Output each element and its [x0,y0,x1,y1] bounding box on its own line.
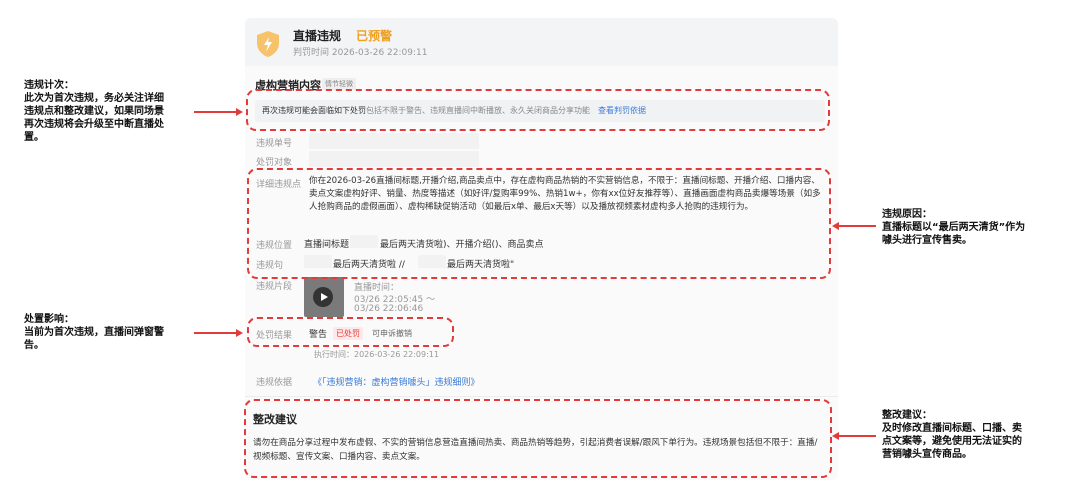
annotation-reason-line: 直播标题以“最后两天清货”作为 [882,222,1026,233]
annotation-impact-title: 处置影响： [24,314,74,325]
annotation-fix: 整改建议： 及时修改直播间标题、口播、卖 点文案等，避免使用无法证实的 营销噱头… [882,409,1022,461]
annotation-fix-line: 点文案等，避免使用无法证实的 [882,436,1022,447]
clip-label: 违规片段 [256,282,293,292]
redacted-penalty-target [309,151,479,167]
arrow-impact-head [236,329,243,337]
shield-lightning-icon [257,31,279,57]
arrow-impact [194,332,238,334]
arrow-fix [838,435,876,437]
arrow-reason [838,225,876,227]
arrow-count [194,111,238,113]
annotation-impact-line: 告。 [24,340,44,351]
annotation-count-line: 违规点和整改建议，如果同场景 [24,106,164,117]
annotation-reason-line: 噱头进行宣传售卖。 [882,235,972,246]
violation-title: 直播违规 [293,29,342,43]
exec-time: 执行时间：2026-03-26 22:09:11 [314,350,439,359]
count-highlight-box [246,89,830,131]
penalty-time: 判罚时间 2026-03-26 22:09:11 [293,48,428,58]
annotation-count-line: 此次为首次违规，务必关注详细 [24,93,164,104]
divider [245,396,838,397]
annotation-count: 违规计次： 此次为首次违规，务必关注详细 违规点和整改建议，如果同场景 再次违规… [24,79,164,144]
annotation-fix-line: 及时修改直播间标题、口播、卖 [882,423,1022,434]
annotation-impact-line: 当前为首次违规，直播间弹窗警 [24,327,164,338]
fix-highlight-box [244,399,832,478]
annotation-count-line: 再次违规将会升级至中断直播处 [24,119,164,130]
play-icon[interactable] [313,287,333,307]
annotation-reason: 违规原因： 直播标题以“最后两天清货”作为 噱头进行宣传售卖。 [882,208,1025,247]
redacted-violation-no [309,133,479,149]
violation-no-label: 违规单号 [256,139,293,149]
annotation-fix-line: 营销噱头宣传商品。 [882,449,972,460]
status-badge: 已预警 [356,29,393,43]
basis-label: 违规依据 [256,378,293,388]
basis-link[interactable]: 《「违规营销：虚构营销噱头」违规细则》 [313,375,480,388]
annotation-count-line: 置。 [24,132,44,143]
annotation-impact: 处置影响： 当前为首次违规，直播间弹窗警 告。 [24,313,164,352]
clip-time-end: 03/26 22:06:46 [354,304,424,314]
annotation-count-title: 违规计次： [24,80,74,91]
arrow-count-head [236,108,243,116]
impact-highlight-box [247,317,454,347]
annotation-reason-title: 违规原因： [882,209,932,220]
penalty-target-label: 处罚对象 [256,158,293,168]
annotation-fix-title: 整改建议： [882,410,932,421]
reason-highlight-box [247,168,831,279]
